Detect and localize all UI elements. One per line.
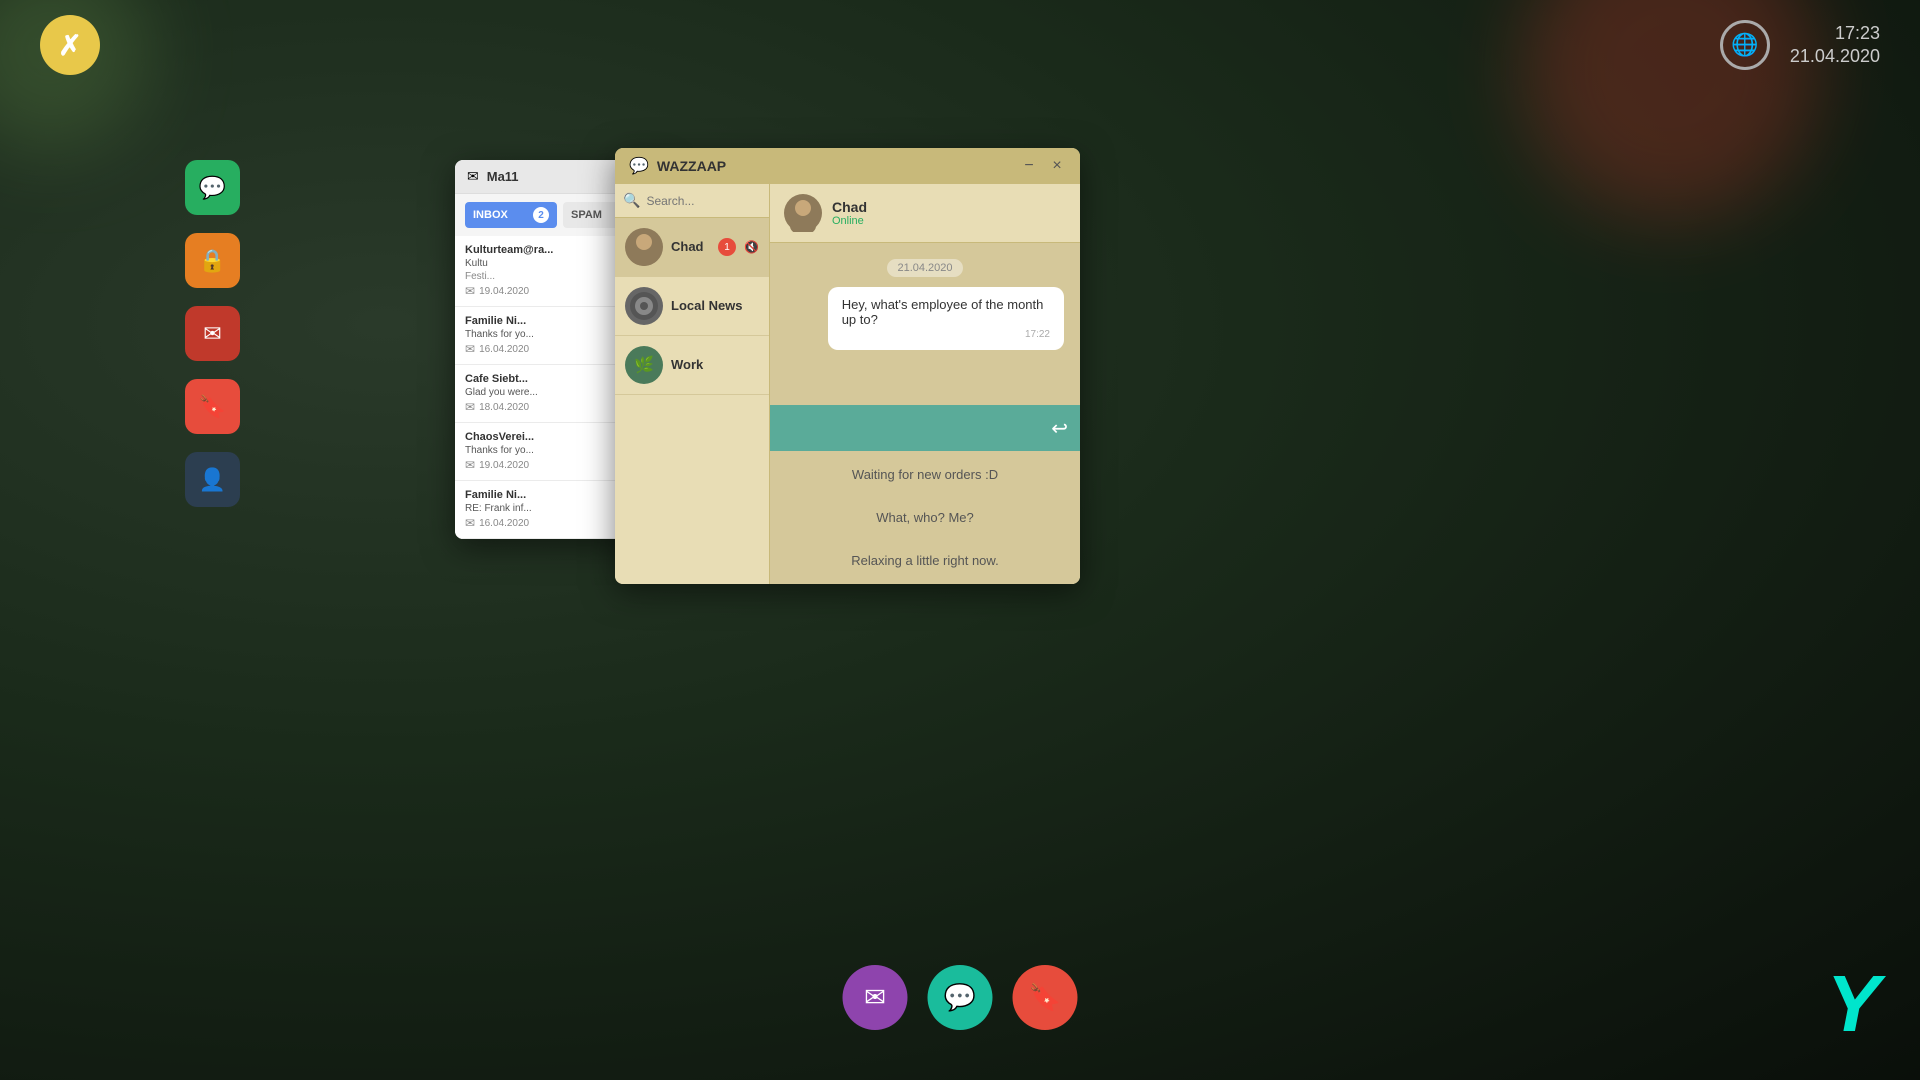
inbox-badge: 2 <box>533 207 549 223</box>
topbar-right: 🌐 17:23 21.04.2020 <box>1720 20 1880 70</box>
wazzaap-body: 🔍 Chad 1 🔇 <box>615 184 1080 584</box>
wazzaap-titlebar: 💬 WAZZAAP − × <box>615 148 1080 184</box>
topbar-time: 17:23 21.04.2020 <box>1790 22 1880 69</box>
envelope-icon: ✉ <box>465 400 475 414</box>
mail-window-title: Ma11 <box>487 169 519 184</box>
sidebar-bookmark-icon[interactable]: 🔖 <box>185 379 240 434</box>
contact-item-local-news[interactable]: Local News <box>615 277 769 336</box>
contact-item-work[interactable]: 🌿 Work <box>615 336 769 395</box>
chat-contact-name: Chad <box>832 199 867 215</box>
wazzaap-chat-panel: Chad Online 21.04.2020 Hey, what's emplo… <box>770 184 1080 584</box>
bubble-time: 17:22 <box>842 329 1050 340</box>
logo-symbol: ✗ <box>58 29 81 62</box>
bubble-text: Hey, what's employee of the month up to? <box>842 297 1044 327</box>
chat-response-item: Relaxing a little right now. <box>786 547 1064 574</box>
date-display: 21.04.2020 <box>1790 45 1880 68</box>
envelope-icon: ✉ <box>465 342 475 356</box>
globe-symbol: 🌐 <box>1731 32 1758 58</box>
topbar: ✗ 🌐 17:23 21.04.2020 <box>0 0 1920 90</box>
time-display: 17:23 <box>1790 22 1880 45</box>
chat-input-bar: ↩ <box>770 405 1080 451</box>
envelope-icon: ✉ <box>465 284 475 298</box>
chat-response-item: Waiting for new orders :D <box>786 461 1064 488</box>
close-button[interactable]: × <box>1048 157 1066 175</box>
chat-send-button[interactable]: ↩ <box>1051 416 1068 441</box>
chat-contact-status: Online <box>832 215 867 227</box>
contact-work-name: Work <box>671 357 703 372</box>
contact-item-chad[interactable]: Chad 1 🔇 <box>615 218 769 277</box>
chat-text-input[interactable] <box>782 421 1043 436</box>
y-brand-logo: Y <box>1827 958 1880 1050</box>
contact-local-news-name: Local News <box>671 298 743 313</box>
globe-icon[interactable]: 🌐 <box>1720 20 1770 70</box>
chat-messages: 21.04.2020 Hey, what's employee of the m… <box>770 243 1080 405</box>
taskbar-bookmark-icon[interactable]: 🔖 <box>1013 965 1078 1030</box>
wazzaap-app-icon: 💬 <box>629 156 649 176</box>
window-controls: − × <box>1020 157 1066 175</box>
sidebar-lock-icon[interactable]: 🔒 <box>185 233 240 288</box>
chat-response-item: What, who? Me? <box>786 504 1064 531</box>
minimize-button[interactable]: − <box>1020 157 1038 175</box>
chad-muted-icon: 🔇 <box>744 240 759 254</box>
chat-date-divider: 21.04.2020 <box>887 259 962 277</box>
sidebar-chat-icon[interactable]: 💬 <box>185 160 240 215</box>
local-news-avatar <box>625 287 663 325</box>
chat-bubble: Hey, what's employee of the month up to?… <box>828 287 1064 350</box>
topbar-logo[interactable]: ✗ <box>40 15 100 75</box>
envelope-icon: ✉ <box>465 516 475 530</box>
chad-avatar <box>625 228 663 266</box>
sidebar-user-icon[interactable]: 👤 <box>185 452 240 507</box>
chat-contact-avatar <box>784 194 822 232</box>
chat-header: Chad Online <box>770 184 1080 243</box>
wazzaap-search-bar: 🔍 <box>615 184 769 218</box>
wazzaap-contacts-panel: 🔍 Chad 1 🔇 <box>615 184 770 584</box>
svg-text:🌿: 🌿 <box>634 355 654 374</box>
taskbar: ✉ 💬 🔖 <box>843 965 1078 1030</box>
mail-title-icon: ✉ <box>467 168 479 185</box>
search-icon: 🔍 <box>623 192 640 209</box>
contact-chad-name: Chad <box>671 239 704 254</box>
envelope-icon: ✉ <box>465 458 475 472</box>
sidebar-mail-icon[interactable]: ✉ <box>185 306 240 361</box>
left-sidebar: 💬 🔒 ✉ 🔖 👤 <box>185 160 250 507</box>
work-avatar: 🌿 <box>625 346 663 384</box>
taskbar-mail-icon[interactable]: ✉ <box>843 965 908 1030</box>
chad-badge: 1 <box>718 238 736 256</box>
chat-responses: Waiting for new orders :D What, who? Me?… <box>770 451 1080 584</box>
wazzaap-title: WAZZAAP <box>657 158 726 174</box>
inbox-button[interactable]: INBOX 2 <box>465 202 557 228</box>
wazzaap-window: 💬 WAZZAAP − × 🔍 C <box>615 148 1080 584</box>
taskbar-chat-icon[interactable]: 💬 <box>928 965 993 1030</box>
